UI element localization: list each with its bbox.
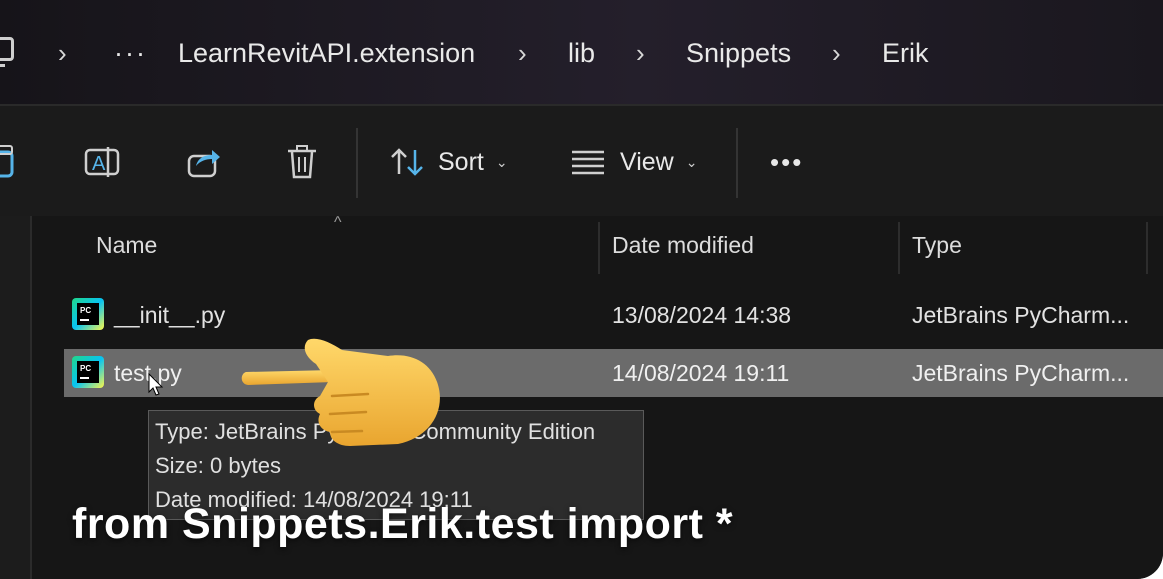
sort-icon xyxy=(391,148,423,176)
chevron-down-icon: ⌄ xyxy=(495,153,508,170)
address-bar[interactable]: › ··· LearnRevitAPI.extension › lib › Sn… xyxy=(0,0,1163,106)
file-row[interactable]: PC __init__.py 13/08/2024 14:38 JetBrain… xyxy=(64,291,1163,339)
chevron-right-icon: › xyxy=(518,38,527,68)
this-pc-icon[interactable] xyxy=(0,37,14,67)
share-button[interactable] xyxy=(186,142,222,182)
pointing-hand-icon xyxy=(241,338,440,446)
chevron-right-icon: › xyxy=(58,38,67,68)
column-divider[interactable] xyxy=(598,222,600,274)
sort-ascending-icon: ^ xyxy=(334,214,342,231)
share-icon xyxy=(187,150,220,178)
column-divider[interactable] xyxy=(1146,222,1148,274)
delete-button[interactable] xyxy=(286,142,318,182)
view-icon xyxy=(572,150,604,175)
column-header-name[interactable]: Name xyxy=(96,232,157,259)
file-type: JetBrains PyCharm... xyxy=(912,302,1130,328)
chevron-right-icon: › xyxy=(636,38,645,68)
view-label: View xyxy=(620,147,674,176)
breadcrumb-item-erik[interactable]: Erik xyxy=(882,38,929,68)
sort-label: Sort xyxy=(438,147,484,176)
file-name: __init__.py xyxy=(114,302,226,328)
command-bar: A Sort ⌄ View ⌄ ••• xyxy=(0,106,1163,216)
video-caption: from Snippets.Erik.test import * xyxy=(72,500,734,548)
tooltip-size: Size: 0 bytes xyxy=(155,453,281,478)
file-type: JetBrains PyCharm... xyxy=(912,360,1130,386)
copy-button[interactable] xyxy=(0,142,18,182)
navigation-pane[interactable] xyxy=(0,216,32,579)
chevron-down-icon: ⌄ xyxy=(685,153,698,170)
trash-icon xyxy=(288,145,316,179)
copy-icon xyxy=(0,145,14,178)
column-header-date[interactable]: Date modified xyxy=(612,232,754,259)
svg-text:PC: PC xyxy=(80,306,91,315)
rename-icon: A xyxy=(84,147,120,177)
file-date: 13/08/2024 14:38 xyxy=(612,302,792,328)
file-date: 14/08/2024 19:11 xyxy=(612,360,790,386)
chevron-right-icon: › xyxy=(832,38,841,68)
file-row-selected[interactable]: PC test.py 14/08/2024 19:11 JetBrains Py… xyxy=(64,349,1163,397)
sort-button[interactable]: Sort ⌄ xyxy=(390,142,508,182)
rename-button[interactable]: A xyxy=(84,142,120,182)
toolbar-separator xyxy=(356,128,358,198)
column-header-type[interactable]: Type xyxy=(912,232,962,259)
breadcrumb-overflow[interactable]: ··· xyxy=(114,38,147,68)
pycharm-file-icon: PC xyxy=(72,298,104,330)
breadcrumb-item-lib[interactable]: lib xyxy=(568,38,595,68)
svg-text:A: A xyxy=(92,153,106,175)
file-explorer-window: › ··· LearnRevitAPI.extension › lib › Sn… xyxy=(0,0,1163,579)
column-divider[interactable] xyxy=(898,222,900,274)
see-more-button[interactable]: ••• xyxy=(770,142,803,182)
view-button[interactable]: View ⌄ xyxy=(570,142,697,182)
svg-text:PC: PC xyxy=(80,364,91,373)
breadcrumb-item-extension[interactable]: LearnRevitAPI.extension xyxy=(178,38,475,68)
toolbar-separator xyxy=(736,128,738,198)
pycharm-file-icon: PC xyxy=(72,356,104,388)
breadcrumb-item-snippets[interactable]: Snippets xyxy=(686,38,791,68)
mouse-cursor-icon xyxy=(148,373,164,396)
